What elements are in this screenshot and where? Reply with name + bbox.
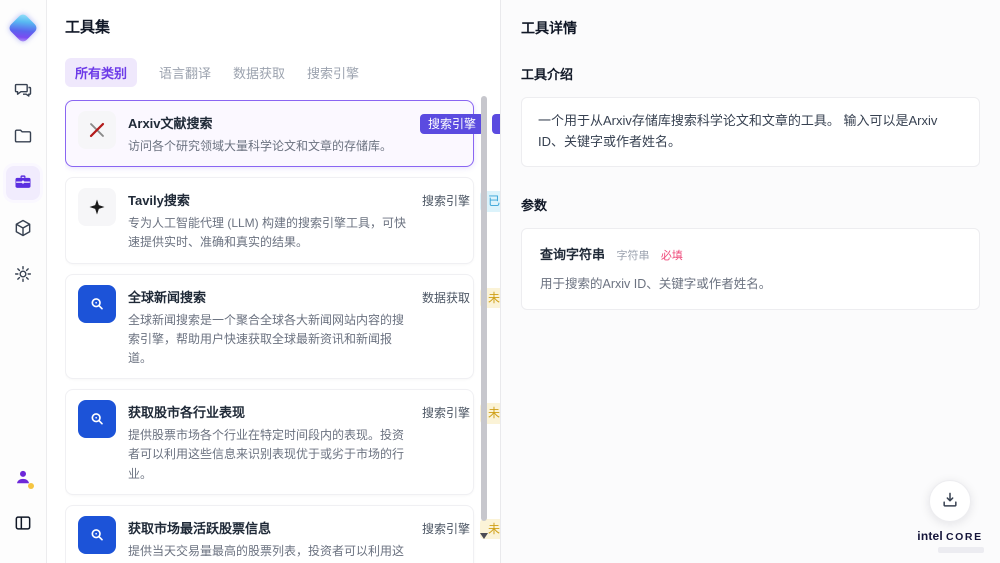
sidebar-item-tools[interactable]	[6, 166, 40, 200]
tool-card-global-news[interactable]: 全球新闻搜索 全球新闻搜索是一个聚合全球各大新闻网站内容的搜索引擎，帮助用户快速…	[65, 273, 500, 380]
sidebar-rail	[0, 0, 47, 563]
parameter-card: 查询字符串 字符串 必填 用于搜索的Arxiv ID、关键字或作者姓名。	[521, 227, 980, 310]
folder-icon	[13, 126, 33, 149]
auth-status-badge: 已授权	[492, 114, 500, 135]
detail-panel-title: 工具详情	[521, 20, 577, 36]
tool-name: 获取市场最活跃股票信息	[128, 520, 272, 536]
tool-card-arxiv[interactable]: Arxiv文献搜索 访问各个研究领域大量科学论文和文章的存储库。 搜索引擎 已授…	[65, 100, 500, 168]
user-profile-button[interactable]	[6, 461, 40, 495]
category-label: 搜索引擎	[422, 194, 471, 209]
tab-search-engine[interactable]: 搜索引擎	[307, 63, 359, 82]
tool-description: 提供当天交易量最高的股票列表，投资者可以利用这些信息来识别流动性强的股票和潜在的…	[128, 543, 405, 563]
tab-data-fetch[interactable]: 数据获取	[233, 63, 285, 82]
intel-core-logo: intel CORE	[917, 529, 982, 543]
list-scrollbar	[480, 92, 488, 555]
stock-search-logo-icon	[78, 515, 116, 554]
core-wordmark: CORE	[945, 531, 983, 543]
tool-description: 提供股票市场各个行业在特定时间段内的表现。投资者可以利用这些信息来识别表现优于或…	[128, 428, 405, 481]
category-label: 搜索引擎	[422, 406, 471, 421]
params-heading: 参数	[521, 197, 548, 213]
app-window: 工具集 所有类别 语言翻译 数据获取 搜索引擎 Arxiv文献搜索 访问各个研究…	[0, 0, 1000, 563]
user-status-dot	[28, 483, 34, 489]
tab-language-translation[interactable]: 语言翻译	[159, 63, 211, 82]
sidebar-item-settings[interactable]	[6, 258, 40, 292]
tool-name: 全球新闻搜索	[128, 289, 207, 305]
category-label: 搜索引擎	[422, 521, 471, 536]
sidebar-item-models[interactable]	[6, 212, 40, 246]
news-search-logo-icon	[78, 284, 116, 323]
stock-search-logo-icon	[78, 400, 116, 439]
app-logo	[7, 12, 39, 44]
tool-description: 专为人工智能代理 (LLM) 构建的搜索引擎工具，可快速提供实时、准确和真实的结…	[128, 216, 407, 250]
tool-card-stock-sectors[interactable]: 获取股市各行业表现 提供股票市场各个行业在特定时间段内的表现。投资者可以利用这些…	[65, 389, 500, 495]
category-tabs: 所有类别 语言翻译 数据获取 搜索引擎	[65, 58, 500, 87]
tool-name: Tavily搜索	[128, 193, 190, 209]
bottom-right-corner: intel CORE	[916, 480, 984, 555]
param-type: 字符串	[616, 249, 650, 262]
scroll-down-arrow-icon[interactable]	[480, 533, 488, 539]
tool-description: 访问各个研究领域大量科学论文和文章的存储库。	[128, 139, 393, 153]
download-icon	[940, 490, 960, 513]
param-required-badge: 必填	[660, 249, 683, 262]
cube-icon	[13, 218, 33, 241]
sidebar-item-chat[interactable]	[6, 74, 40, 108]
category-badge: 搜索引擎	[420, 114, 485, 135]
category-label: 数据获取	[422, 290, 471, 305]
tab-all-categories[interactable]: 所有类别	[65, 58, 138, 87]
page-title: 工具集	[65, 19, 111, 36]
tool-description: 全球新闻搜索是一个聚合全球各大新闻网站内容的搜索引擎，帮助用户快速获取全球最新资…	[128, 312, 405, 365]
param-description: 用于搜索的Arxiv ID、关键字或作者姓名。	[540, 276, 772, 291]
scrollbar-thumb[interactable]	[481, 96, 487, 521]
tool-detail-panel: 工具详情 工具介绍 一个用于从Arxiv存储库搜索科学论文和文章的工具。 输入可…	[500, 0, 1000, 563]
briefcase-icon	[13, 172, 33, 195]
param-name: 查询字符串	[540, 246, 606, 262]
collapse-sidebar-button[interactable]	[6, 507, 40, 541]
tool-card-active-stocks[interactable]: 获取市场最活跃股票信息 提供当天交易量最高的股票列表，投资者可以利用这些信息来识…	[65, 504, 500, 563]
intel-wordmark: intel	[917, 529, 943, 543]
chat-icon	[13, 80, 33, 103]
sidebar-item-files[interactable]	[6, 120, 40, 154]
app-logo-diamond	[7, 12, 39, 44]
tool-intro-text: 一个用于从Arxiv存储库搜索科学论文和文章的工具。 输入可以是Arxiv ID…	[521, 97, 980, 167]
collapse-sidebar-icon	[13, 513, 33, 536]
tool-card-tavily[interactable]: Tavily搜索 专为人工智能代理 (LLM) 构建的搜索引擎工具，可快速提供实…	[65, 177, 500, 264]
arxiv-logo-icon	[78, 111, 116, 149]
tavily-logo-icon	[78, 188, 116, 227]
download-button[interactable]	[929, 480, 971, 522]
tools-list-panel: 工具集 所有类别 语言翻译 数据获取 搜索引擎 Arxiv文献搜索 访问各个研究…	[47, 0, 500, 563]
tool-card-list: Arxiv文献搜索 访问各个研究领域大量科学论文和文章的存储库。 搜索引擎 已授…	[65, 100, 500, 563]
tool-name: 获取股市各行业表现	[128, 405, 246, 421]
tool-name: Arxiv文献搜索	[128, 116, 213, 131]
gear-icon	[13, 264, 33, 287]
intel-core-subbrand	[938, 547, 984, 553]
intro-heading: 工具介绍	[521, 67, 574, 82]
